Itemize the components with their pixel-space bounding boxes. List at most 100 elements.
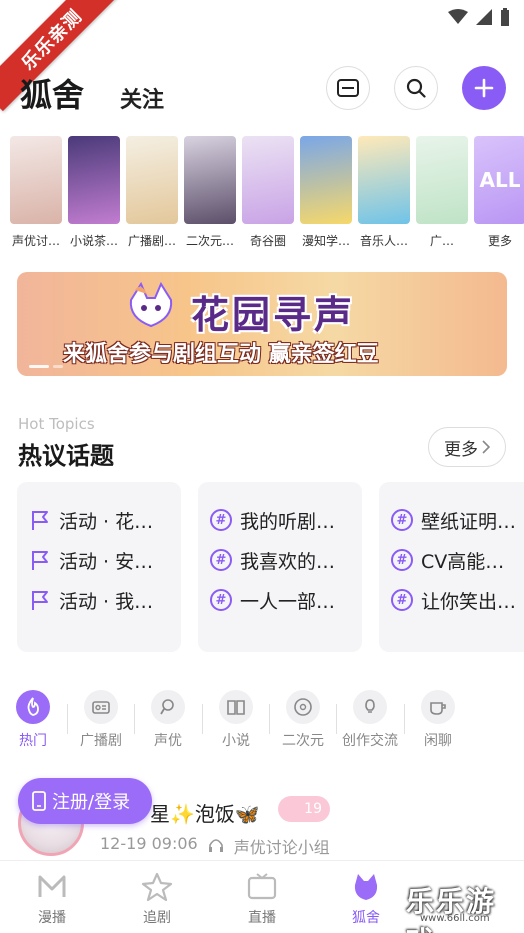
tab-divider [202, 704, 203, 734]
category-label: 音乐人… [359, 234, 408, 248]
wifi-icon [448, 9, 468, 24]
category-thumbnail [358, 136, 410, 224]
nav-label: 狐舍 [352, 910, 380, 926]
category-item[interactable]: 声优讨… [10, 136, 62, 254]
feed-tab-label: 二次元 [282, 733, 324, 749]
category-item[interactable]: 音乐人… [358, 136, 410, 254]
tab-follow[interactable]: 关注 [120, 82, 164, 114]
star-icon [139, 871, 175, 903]
watermark-url: www.66ll.com [420, 913, 490, 924]
feed-tab-label: 广播剧 [80, 733, 122, 749]
page-title: 狐舍 [20, 76, 85, 114]
category-label: 二次元… [185, 234, 234, 248]
category-item[interactable]: 二次元… [184, 136, 236, 254]
post-meta: 12-19 09:06 声优讨论小组 [100, 834, 330, 858]
banner-subtitle: 来狐舍参与剧组互动 赢亲签红豆 [63, 342, 379, 367]
hashtag-icon: # [391, 509, 413, 531]
category-label: 声优讨… [11, 234, 60, 248]
feed-tab[interactable]: 创作交流 [337, 690, 403, 750]
chevron-right-icon [482, 440, 490, 454]
feed-tab[interactable]: 小说 [203, 690, 269, 750]
tab-divider [404, 704, 405, 734]
category-label: 更多 [487, 234, 512, 248]
feed-tab[interactable]: 二次元 [270, 690, 336, 750]
nav-item[interactable]: 狐舍 [336, 871, 396, 927]
login-register-button[interactable]: 注册/登录 [18, 778, 152, 824]
signal-icon [476, 9, 492, 25]
topic-card: # 我的听剧… # 我喜欢的… # 一人一部… [198, 482, 362, 652]
all-label: ALL [479, 168, 521, 192]
topic-card: # 壁纸证明… # CV高能… # 让你笑出… [379, 482, 524, 652]
post-time: 12-19 09:06 [100, 834, 198, 853]
topic-text: 活动 · 花… [59, 510, 154, 533]
topic-item[interactable]: # 让你笑出… [391, 574, 524, 626]
tab-divider [336, 704, 337, 734]
microphone-icon [151, 690, 185, 724]
nav-item[interactable]: 漫播 [22, 871, 82, 927]
add-button[interactable] [462, 66, 506, 110]
topic-cards: 活动 · 花… 活动 · 安… 活动 · 我… # 我的听剧… # 我喜欢的… # 一人一部… #… [17, 482, 524, 652]
hot-topics-title: 热议话题 [18, 442, 114, 470]
topic-text: 活动 · 安… [59, 550, 154, 573]
category-item[interactable]: 广… [416, 136, 468, 254]
category-item[interactable]: 漫知学… [300, 136, 352, 254]
nav-label: 漫播 [38, 910, 66, 926]
category-label: 漫知学… [301, 234, 350, 248]
feed-tab[interactable]: 声优 [135, 690, 201, 750]
hashtag-icon: # [210, 549, 232, 571]
category-item[interactable]: 广播剧… [126, 136, 178, 254]
feed-tab[interactable]: 广播剧 [68, 690, 134, 750]
post-author-name[interactable]: 星✨泡饭🦋 [150, 798, 260, 827]
nav-item[interactable]: 追剧 [127, 871, 187, 927]
search-icon [406, 78, 426, 98]
hot-topics-en-label: Hot Topics [18, 415, 95, 433]
category-strip: 声优讨… 小说茶… 广播剧… 二次元… 奇谷圈 漫知学… 音乐人… 广… ALL 更多 [10, 136, 524, 254]
flag-icon [32, 511, 48, 530]
mail-icon [337, 79, 359, 97]
header: 狐舍 关注 [0, 60, 524, 120]
tab-divider [67, 704, 68, 734]
category-thumbnail [300, 136, 352, 224]
post-group[interactable]: 声优讨论小组 [234, 834, 330, 858]
banner-title: 花园寻声 [191, 293, 356, 337]
feed-tab-label: 声优 [154, 733, 182, 749]
category-label: 广播剧… [127, 234, 176, 248]
category-more[interactable]: ALL 更多 [474, 136, 524, 254]
feed-tab-label: 小说 [222, 733, 250, 749]
topic-text: 活动 · 我… [59, 590, 154, 613]
fox-mascot-icon [129, 281, 173, 328]
battery-icon [501, 8, 509, 26]
category-label: 小说茶… [69, 234, 118, 248]
topic-item[interactable]: # 一人一部… [210, 574, 350, 626]
feed-tabs: 热门 广播剧 声优 小说 二次元 创作交流 闲聊 [0, 690, 524, 754]
feed-tab-label: 热门 [19, 733, 47, 749]
mail-button[interactable] [326, 66, 370, 110]
feed-tab[interactable]: 闲聊 [405, 690, 471, 750]
nav-label: 直播 [248, 910, 276, 926]
topic-text: CV高能… [421, 550, 505, 573]
promo-banner[interactable]: 花园寻声 来狐舍参与剧组互动 赢亲签红豆 [17, 272, 507, 376]
hot-topics-more-button[interactable]: 更多 [428, 427, 506, 467]
category-item[interactable]: 奇谷圈 [242, 136, 294, 254]
topic-item[interactable]: 活动 · 我… [29, 574, 169, 626]
watermark-text: 乐乐游戏 [406, 885, 497, 933]
topic-text: 我喜欢的… [240, 550, 336, 573]
feed-tab[interactable]: 热门 [0, 690, 66, 750]
plus-icon [474, 78, 494, 98]
login-label: 注册/登录 [52, 792, 131, 813]
status-icons [448, 8, 510, 26]
hashtag-icon: # [210, 589, 232, 611]
search-button[interactable] [394, 66, 438, 110]
cup-icon [421, 690, 455, 724]
category-item[interactable]: 小说茶… [68, 136, 120, 254]
category-thumbnail [10, 136, 62, 224]
nav-item[interactable]: 直播 [232, 871, 292, 927]
topic-text: 我的听剧… [240, 510, 336, 533]
category-thumbnail [68, 136, 120, 224]
topic-card: 活动 · 花… 活动 · 安… 活动 · 我… [17, 482, 181, 652]
hashtag-icon: # [210, 509, 232, 531]
topic-text: 让你笑出… [421, 590, 517, 613]
banner-pager [29, 365, 63, 368]
flag-icon [32, 551, 48, 570]
feed-tab-label: 闲聊 [424, 733, 452, 749]
